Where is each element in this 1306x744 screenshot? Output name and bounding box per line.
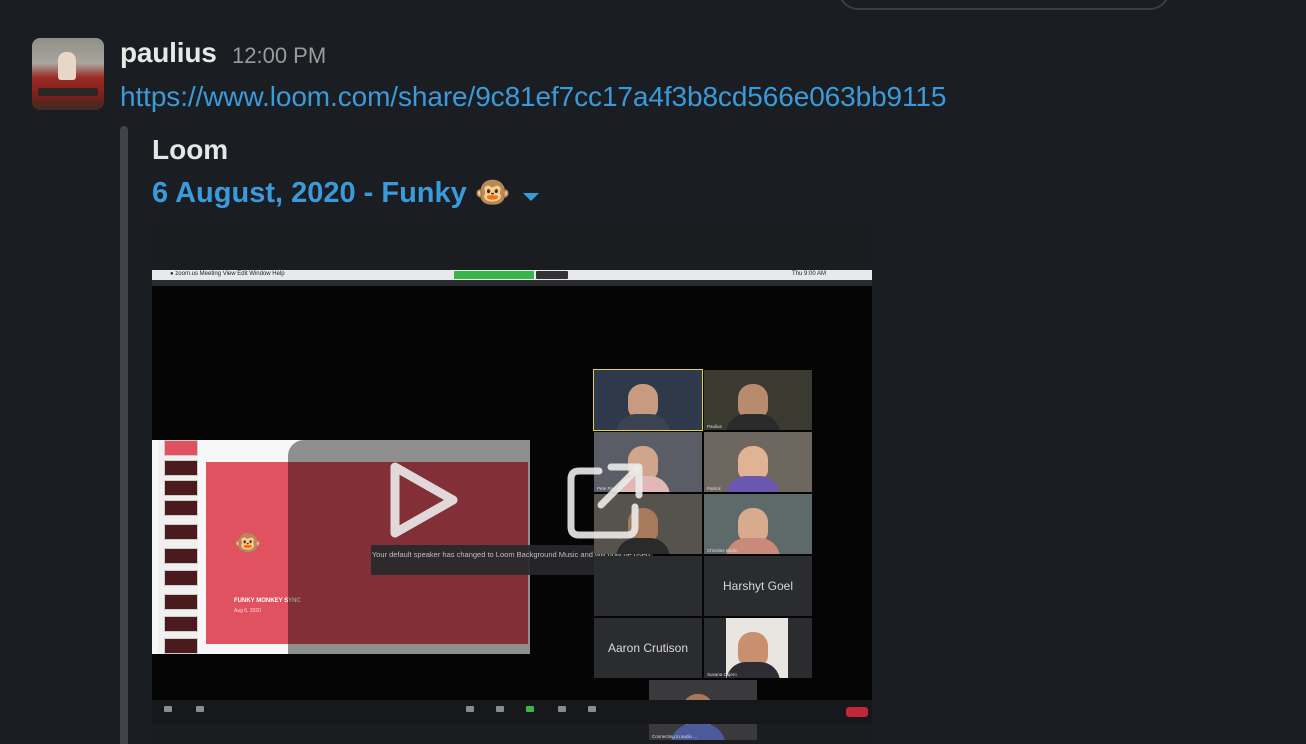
- leave-button: [846, 707, 868, 717]
- record-icon: [558, 706, 566, 712]
- menu-item: Window: [249, 271, 271, 277]
- play-icon[interactable]: [387, 461, 459, 539]
- slide-thumb: [164, 524, 198, 540]
- menu-item: Edit: [237, 271, 248, 277]
- participant-face: [628, 384, 658, 418]
- participant-name-large: Harshyt Goel: [722, 579, 794, 593]
- mac-menubar: ● zoom.us Meeting View Edit Window Help …: [152, 270, 872, 280]
- apple-icon: ●: [170, 271, 174, 277]
- video-camera-icon: [196, 706, 204, 712]
- share-screen-icon: [526, 706, 534, 712]
- chat-icon: [496, 706, 504, 712]
- participant-name-large: Aaron Crutison: [607, 641, 689, 655]
- menu-item: Meeting: [199, 271, 222, 277]
- participant-grid: Paulius Pete Propper Patrick Christine B…: [593, 369, 812, 742]
- slide-thumb: [164, 500, 198, 516]
- attachment-title-link[interactable]: 6 August, 2020 - Funky 🐵: [152, 176, 511, 210]
- mic-icon: [164, 706, 172, 712]
- search-pill[interactable]: [838, 0, 1170, 10]
- screen-sharing-banner: [454, 271, 534, 279]
- attachment-service-name: Loom: [152, 134, 229, 165]
- slide-thumb: [164, 594, 198, 610]
- participant-name: Connecting to audio ...: [652, 734, 698, 739]
- slide-thumb: [164, 570, 198, 586]
- participant-body: [616, 414, 670, 430]
- menu-item: Help: [272, 271, 285, 277]
- participant-name: Patrick: [707, 486, 721, 491]
- participant-face: [738, 384, 768, 418]
- avatar-car-grille: [38, 88, 98, 96]
- participant-tile: Harshyt Goel: [704, 556, 812, 616]
- caret-down-icon[interactable]: [523, 193, 539, 201]
- open-external-icon[interactable]: [565, 461, 645, 541]
- slide-thumbnails: [158, 440, 198, 654]
- participant-name: Susana Cajero: [707, 672, 737, 677]
- slide-thumb: [164, 480, 198, 496]
- slide-thumb: [164, 638, 198, 654]
- slide-thumb: [164, 548, 198, 564]
- video-preview[interactable]: ● zoom.us Meeting View Edit Window Help …: [152, 225, 872, 744]
- message-timestamp[interactable]: 12:00 PM: [232, 43, 326, 69]
- reactions-icon: [588, 706, 596, 712]
- participant-tile: Susana Cajero: [704, 618, 812, 678]
- slide-emoji: 🐵: [234, 530, 262, 555]
- zoom-toolbar: [152, 700, 872, 724]
- slide-date: Aug 6, 2020: [234, 608, 261, 614]
- slide-thumb: [164, 440, 198, 456]
- participant-tile: Christine Barlin: [704, 494, 812, 554]
- participants-icon: [466, 706, 474, 712]
- attachment-bar: [120, 126, 128, 744]
- menu-item: View: [222, 271, 236, 277]
- participant-face: [738, 446, 768, 480]
- participant-tile: Aaron Crutison: [594, 618, 702, 678]
- message-link[interactable]: https://www.loom.com/share/9c81ef7cc17a4…: [120, 81, 946, 113]
- menubar-clock: Thu 9:00 AM: [792, 271, 827, 277]
- view-options-button: [536, 271, 568, 279]
- participant-body: [726, 476, 780, 492]
- participant-tile: Paulius: [704, 370, 812, 430]
- participant-name: Christine Barlin: [707, 548, 738, 553]
- avatar[interactable]: [32, 38, 104, 110]
- slide-thumb: [164, 460, 198, 476]
- participant-face: [738, 632, 768, 666]
- participant-tile: [593, 369, 703, 431]
- mac-menus: ● zoom.us Meeting View Edit Window Help: [170, 271, 285, 277]
- participant-name: Paulius: [707, 424, 722, 429]
- menu-app: zoom.us: [175, 271, 198, 277]
- slide-thumb: [164, 616, 198, 632]
- zoom-stage: 🐵 FUNKY MONKEY SYNC Aug 6, 2020 Your def…: [152, 286, 872, 740]
- participant-tile: Patrick: [704, 432, 812, 492]
- avatar-figure: [58, 52, 76, 80]
- message-author[interactable]: paulius: [120, 37, 217, 69]
- participant-face: [738, 508, 768, 542]
- participant-tile: [594, 556, 702, 616]
- participant-body: [726, 414, 780, 430]
